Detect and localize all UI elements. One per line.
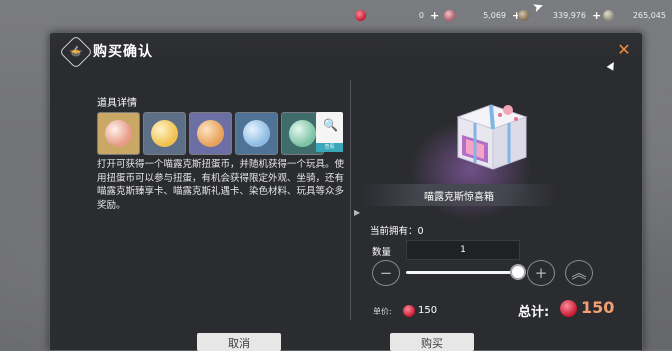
- currency-grey-coin: 265,045: [603, 6, 666, 24]
- quantity-input[interactable]: 1: [406, 240, 520, 260]
- item-details-label: 道具详情: [97, 98, 137, 109]
- quantity-label: 数量: [372, 247, 392, 258]
- grey-coin-icon: [603, 9, 614, 21]
- currency-value: 0: [418, 10, 424, 20]
- item-slot[interactable]: [189, 112, 232, 155]
- chevron-right-icon: ▶: [354, 208, 361, 217]
- egg-coin-icon: [105, 120, 132, 147]
- item-slot[interactable]: [97, 112, 140, 155]
- unit-price-label: 单价:: [373, 307, 392, 316]
- currency-red-gem: 0 +: [355, 6, 439, 24]
- currency-pink-gem: 5,069 +: [444, 6, 521, 24]
- owned-row: 当前拥有：0: [370, 223, 424, 237]
- egg-coin-icon: [151, 120, 178, 147]
- owned-value: 0: [417, 226, 424, 237]
- red-gem-icon: [403, 305, 415, 317]
- double-chevron-up-icon: ︽: [571, 264, 587, 282]
- item-slot[interactable]: [143, 112, 186, 155]
- view-tag: 查看: [316, 143, 343, 152]
- cancel-button[interactable]: 取消: [197, 333, 281, 351]
- item-description: 打开可获得一个喵露克斯扭蛋币，并随机获得一个玩具。使用扭蛋币可以参与扭蛋，有机会…: [97, 159, 345, 211]
- egg-coin-icon: [197, 120, 224, 147]
- panel-divider: [350, 80, 351, 320]
- product-name: 喵露克斯惊喜箱: [424, 192, 494, 203]
- egg-coin-icon: [243, 120, 270, 147]
- total-label: 总计:: [518, 305, 550, 320]
- buy-button[interactable]: 购买: [390, 333, 474, 351]
- slider-handle[interactable]: [512, 266, 524, 278]
- owned-label: 当前拥有：: [370, 226, 418, 237]
- currency-brown-coin: 339,976 +: [518, 6, 601, 24]
- red-gem-icon: [560, 300, 577, 317]
- close-icon: ✕: [617, 40, 631, 59]
- dialog-title: 购买确认: [93, 44, 153, 60]
- max-quantity-button[interactable]: ︽: [565, 260, 593, 286]
- currency-value: 5,069: [483, 10, 506, 20]
- plus-icon: +: [534, 264, 548, 282]
- increase-button[interactable]: +: [527, 260, 555, 286]
- currency-value: 265,045: [632, 10, 666, 20]
- decrease-button[interactable]: −: [372, 260, 400, 286]
- item-list: [97, 112, 347, 155]
- total-value: 150: [581, 298, 615, 317]
- gift-box-icon: [456, 104, 528, 170]
- bowl-icon: 🍲: [59, 35, 93, 69]
- pink-gem-icon: [444, 9, 455, 21]
- minus-icon: −: [379, 264, 393, 282]
- close-button[interactable]: ✕: [615, 41, 633, 59]
- unit-price-value: 150: [418, 305, 438, 316]
- add-currency-button[interactable]: +: [430, 10, 439, 21]
- add-currency-button[interactable]: +: [592, 10, 601, 21]
- egg-coin-icon: [289, 120, 316, 147]
- dialog-header: 🍲 购买确认 ✕: [50, 33, 642, 69]
- item-slot[interactable]: [235, 112, 278, 155]
- red-gem-icon: [355, 9, 366, 21]
- currency-bar: 0 + 5,069 + 339,976 + 265,045: [0, 6, 672, 26]
- quantity-slider[interactable]: [406, 271, 519, 274]
- view-all-button[interactable]: 🔍 查看: [316, 112, 343, 152]
- search-icon: 🔍: [323, 118, 338, 132]
- brown-coin-icon: [518, 9, 529, 21]
